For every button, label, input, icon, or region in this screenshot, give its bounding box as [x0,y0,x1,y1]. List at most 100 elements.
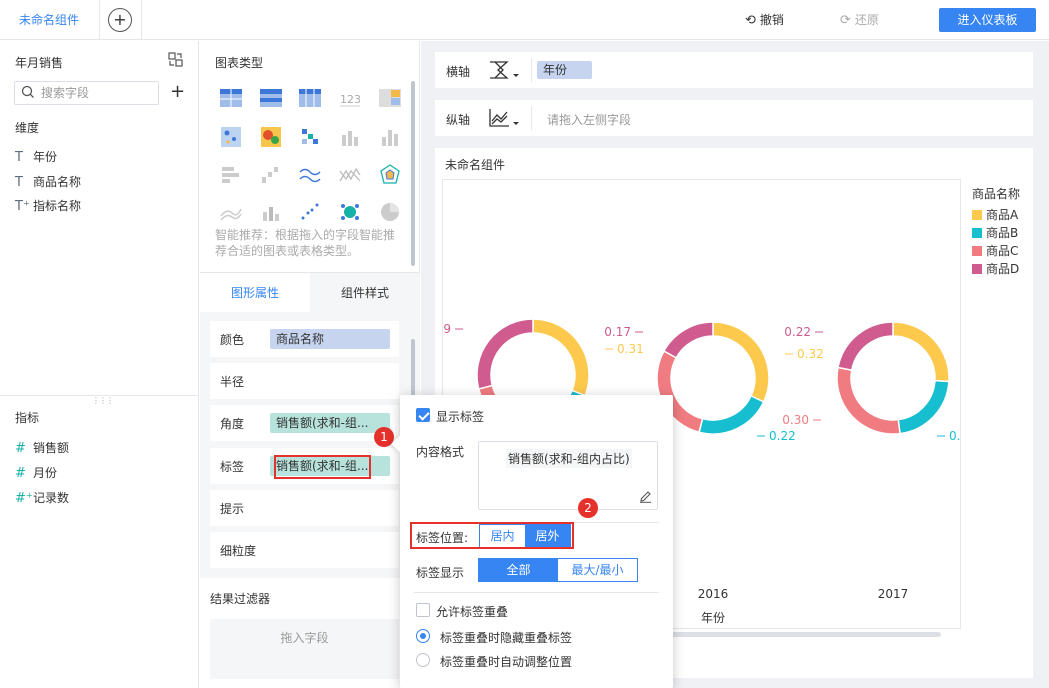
legend-swatch [972,264,982,274]
data-label: 0.29 [443,322,451,336]
display-max-min-option[interactable]: 最大/最小 [558,559,637,581]
donut-slice[interactable] [712,321,770,403]
dimension-item[interactable]: T 年份 [15,147,57,167]
x-axis-type-icon[interactable] [487,59,521,81]
hide-overlap-radio[interactable] [416,629,430,643]
pie-chart-icon[interactable] [378,200,402,224]
chart-type-scrollbar[interactable] [411,81,415,266]
donut-slice[interactable] [837,321,894,372]
allow-overlap-checkbox[interactable] [416,603,430,617]
tab-component-style[interactable]: 组件样式 [310,273,420,313]
search-input[interactable] [41,85,156,101]
dot-chart-icon[interactable] [298,125,322,149]
donut-slice[interactable] [836,366,901,435]
group-table-icon[interactable] [259,86,283,110]
metric-label: 月份 [33,466,58,480]
table-icon[interactable] [219,86,243,110]
map-point-icon[interactable] [219,125,243,149]
area-chart-icon[interactable] [219,200,243,224]
legend-title: 商品名称 [972,187,1021,201]
column-chart-icon[interactable] [259,200,283,224]
undo-button[interactable]: ⟲ 撤销 [745,11,784,28]
number-field-icon: # [15,441,26,456]
add-field-button[interactable]: + [170,82,185,102]
dimension-item[interactable]: T⁺ 指标名称 [15,196,81,216]
stacked-bar-icon[interactable] [378,125,402,149]
legend-item[interactable]: 商品A [972,206,1032,224]
metric-label: 销售额 [33,441,70,455]
scatter-chart-icon[interactable] [298,200,322,224]
prop-label: 颜色 [220,333,245,347]
adjust-overlap-radio[interactable] [416,653,430,667]
undo-icon: ⟲ [745,13,756,28]
x-axis-field-chip[interactable]: 年份 [537,61,592,79]
y-axis-drop-hint: 请拖入左侧字段 [547,113,632,127]
x-axis-title: 年份 [701,611,725,625]
color-field-chip[interactable]: 商品名称 [270,329,390,349]
dimension-title: 维度 [15,121,40,135]
bar-chart-icon[interactable] [338,125,362,149]
horizontal-bar-icon[interactable] [219,163,243,187]
resize-handle[interactable]: ⋮⋮⋮ [92,397,114,405]
edit-icon[interactable] [639,490,652,503]
legend-item[interactable]: 商品B [972,224,1032,242]
tab-component[interactable]: 未命名组件 [0,0,100,40]
prop-color[interactable]: 颜色 商品名称 [210,321,399,357]
y-axis-type-icon[interactable] [487,107,521,129]
popover-divider [414,592,659,593]
donut-slice[interactable] [698,394,765,435]
redo-button[interactable]: ⟳ 还原 [840,11,879,28]
line-chart-icon[interactable] [298,163,322,187]
prop-angle[interactable]: 角度 销售额(求和-组... [210,405,399,441]
chart-horizontal-scrollbar[interactable] [661,632,941,637]
metric-item[interactable]: #⁺记录数 [15,488,69,508]
undo-label: 撤销 [759,13,784,27]
prop-tooltip[interactable]: 提示 [210,490,399,526]
cross-table-icon[interactable] [298,86,322,110]
legend-label: 商品C [986,244,1019,258]
legend-item[interactable]: 商品C [972,242,1032,260]
heatmap-icon[interactable] [259,125,283,149]
data-panel: 年月销售 + 维度 T 年份 T 商品名称 T⁺指标名称 ⋮⋮⋮ 指标 # 销售额 #… [0,41,199,688]
metric-item[interactable]: # 销售额 [15,438,69,458]
highlight-label-position [410,522,574,549]
property-tabs: 图形属性 组件样式 [200,272,420,313]
kpi-card-icon[interactable] [378,86,402,110]
prop-granularity[interactable]: 细粒度 [210,532,399,568]
metric-item[interactable]: # 月份 [15,463,57,483]
donut-slice[interactable] [476,318,534,390]
radar-chart-icon[interactable] [378,163,402,187]
prop-label: 半径 [220,375,245,389]
redo-icon: ⟳ [840,13,851,28]
content-format-chip[interactable]: 销售额(求和-组内占比) [506,449,632,468]
radar-line-icon[interactable] [338,163,362,187]
show-label-checkbox[interactable] [416,408,430,422]
hide-overlap-text: 标签重叠时隐藏重叠标签 [440,631,573,645]
number-card-icon[interactable]: 123 [338,86,362,110]
waterfall-icon[interactable] [259,163,283,187]
x-axis-label: 横轴 [446,65,471,79]
prop-label: 提示 [220,502,245,516]
data-label: 0.30 [782,413,809,427]
legend-item[interactable]: 商品D [972,260,1032,278]
filter-drop-zone[interactable]: 拖入字段 [210,619,399,679]
switch-dataset-icon[interactable] [168,52,183,67]
donut-slice[interactable] [662,321,714,359]
result-filter-title: 结果过滤器 [210,592,271,606]
enter-dashboard-button[interactable]: 进入仪表板 [939,8,1036,32]
add-tab-button[interactable]: + [108,8,132,32]
content-format-box[interactable]: 销售额(求和-组内占比) [478,441,658,510]
dimension-item[interactable]: T 商品名称 [15,172,81,192]
data-label: 0.17 [604,325,631,339]
component-name: 未命名组件 [445,158,506,172]
angle-field-chip[interactable]: 销售额(求和-组... [270,413,390,433]
tab-graphic-properties[interactable]: 图形属性 [200,273,310,313]
display-all-option[interactable]: 全部 [479,559,558,581]
donut-slice[interactable] [532,318,590,397]
prop-radius[interactable]: 半径 [210,363,399,399]
donut-slice[interactable] [897,379,950,435]
donut-slice[interactable] [892,321,950,383]
bubble-chart-icon[interactable] [338,200,362,224]
adjust-overlap-text: 标签重叠时自动调整位置 [440,655,573,669]
metric-title: 指标 [15,411,40,425]
